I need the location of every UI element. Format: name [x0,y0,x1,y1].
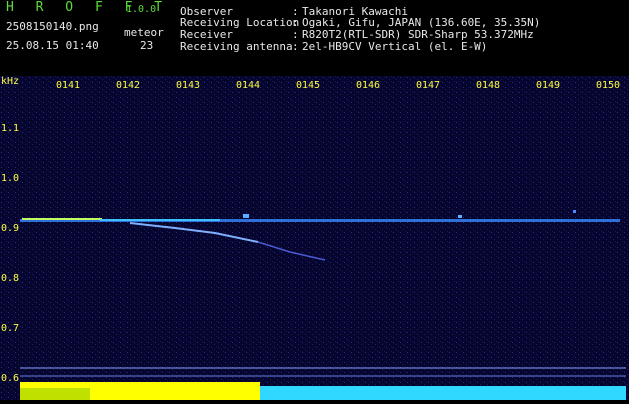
time-tick-label: 0147 [416,80,441,91]
meteor-head-echo [458,215,462,218]
spectrogram-background [0,76,629,400]
file-name: 2508150140.png [6,20,99,33]
time-tick-label: 0143 [176,80,201,91]
frequency-tick-label: 0.9 [1,223,20,234]
time-tick-label: 0148 [476,80,501,91]
meteor-head-echo [243,214,249,218]
spectrogram-plot: 0141 0142 0143 0144 0145 0146 0147 0148 0149 0150… [0,76,629,400]
time-tick-label: 0145 [296,80,321,91]
frequency-tick-label: 1.1 [1,123,20,134]
time-tick-label: 0144 [236,80,261,91]
spectrogram-canvas [0,76,629,400]
frequency-unit-label: kHz [1,76,20,87]
frequency-tick-label: 0.6 [1,373,20,384]
time-tick-label: 0150 [596,80,621,91]
file-datetime: 25.08.15 01:40 [6,39,99,52]
time-tick-label: 0142 [116,80,141,91]
meteor-label: meteor [124,26,164,39]
antenna-label: Receiving antenna [180,40,293,53]
time-tick-label: 0146 [356,80,381,91]
app-version: 1.0.0 [126,4,157,15]
antenna-value: 2el-HB9CV Vertical (el. E-W) [302,40,488,53]
frequency-tick-label: 0.7 [1,323,20,334]
time-tick-label: 0141 [56,80,81,91]
meteor-count: 23 [140,39,154,52]
meteor-head-echo [573,210,576,213]
frequency-tick-label: 0.8 [1,273,20,284]
frequency-tick-label: 1.0 [1,173,20,184]
antenna-separator: : [292,40,299,53]
level-meter-yellow [20,388,90,400]
time-tick-label: 0149 [536,80,561,91]
